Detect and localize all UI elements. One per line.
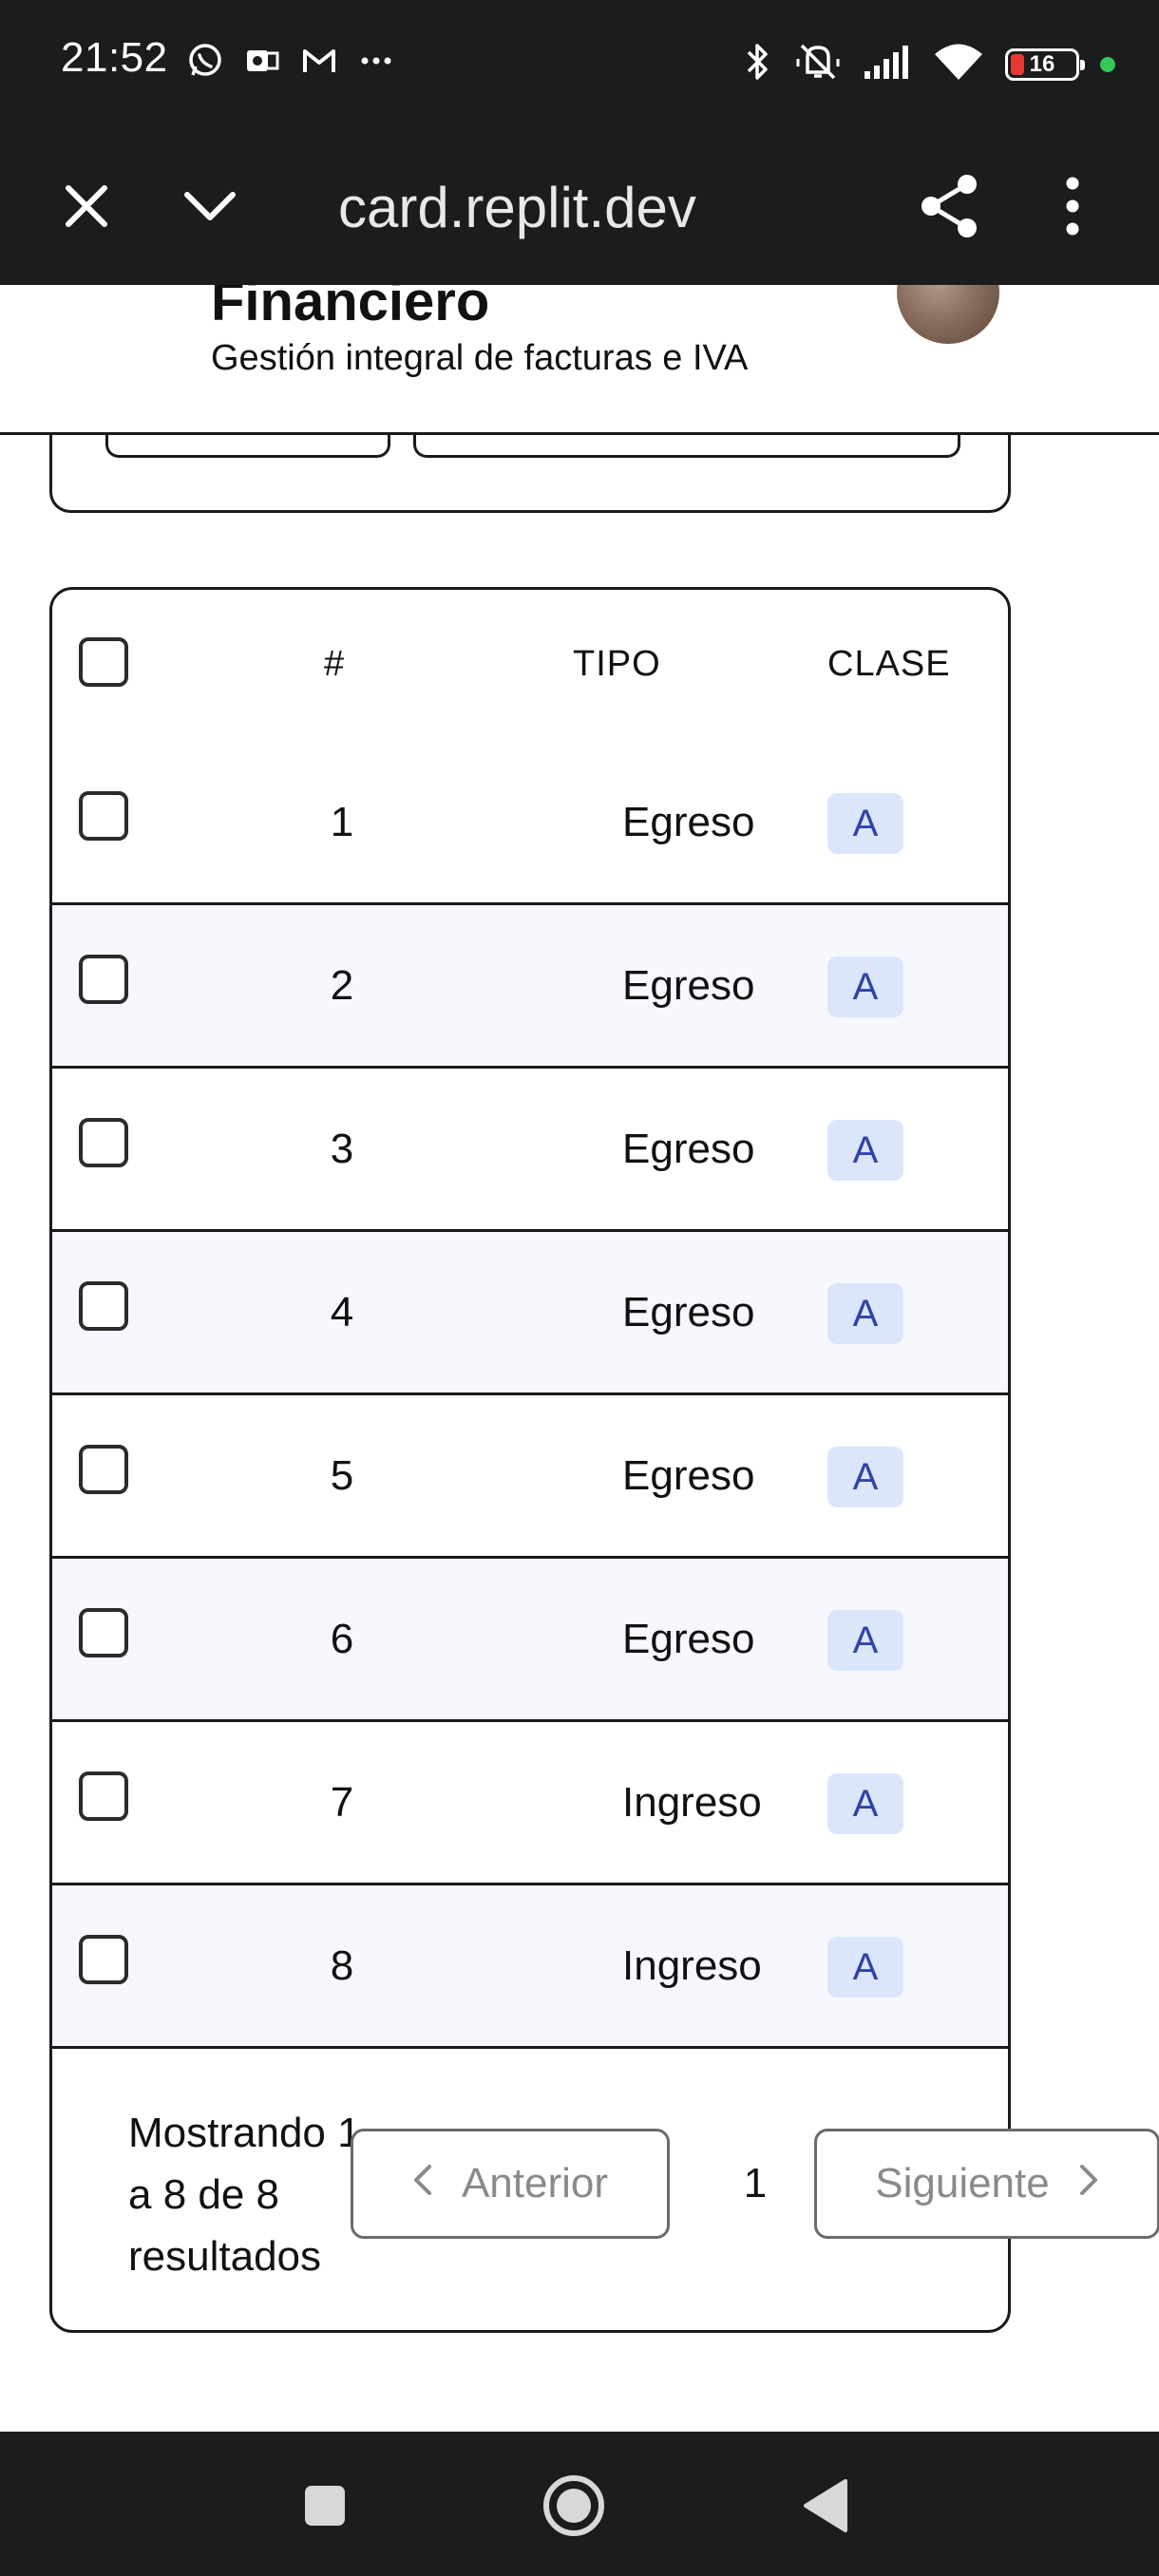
row-number: 4 [330,1289,354,1335]
browser-toolbar: card.replit.dev [0,123,1159,285]
home-circle-icon [541,2472,607,2544]
next-page-button[interactable]: Siguiente [814,2129,1159,2239]
page-header: Financiero Gestión integral de facturas … [0,285,1159,435]
notification-icons [186,42,395,85]
more-options-button[interactable] [1030,165,1115,251]
table-row[interactable]: 3 Egreso A [52,1069,1008,1232]
bluetooth-icon [741,40,773,88]
row-checkbox[interactable] [79,1445,128,1494]
row-checkbox[interactable] [79,955,128,1004]
row-checkbox[interactable] [79,1935,128,1984]
clase-badge: A [827,793,903,854]
vibrate-off-icon [794,40,842,88]
column-header-clase[interactable]: CLASE [827,644,951,685]
clase-badge: A [827,1773,903,1834]
row-tipo: Egreso [622,1289,755,1335]
close-tab-button[interactable] [44,165,129,251]
row-checkbox[interactable] [79,791,128,841]
recents-square-icon [301,2482,349,2534]
invoices-table-card: # TIPO CLASE 1 Egreso A 2 Egreso A 3 Egr… [49,587,1159,2333]
row-number: 5 [330,1452,354,1499]
signal-icon [863,43,912,85]
current-page-number[interactable]: 1 [717,2129,793,2239]
system-navigation-bar [0,2432,1159,2576]
more-vert-icon [1063,176,1082,241]
row-tipo: Ingreso [622,1942,762,1989]
row-number: 8 [330,1942,354,1989]
clase-badge: A [827,1120,903,1181]
table-row[interactable]: 8 Ingreso A [52,1885,1008,2049]
table-header: # TIPO CLASE [52,590,1008,742]
system-icons: 16 [741,40,1115,88]
whatsapp-icon [186,42,224,85]
clase-badge: A [827,957,903,1017]
table-row[interactable]: 5 Egreso A [52,1395,1008,1559]
recents-button[interactable] [277,2460,372,2555]
row-checkbox[interactable] [79,1281,128,1331]
share-button[interactable] [906,165,992,251]
battery-level: 16 [1029,50,1055,77]
clase-badge: A [827,1283,903,1344]
previous-page-label: Anterior [461,2160,609,2207]
results-summary: Mostrando 1 a 8 de 8 resultados [128,2110,361,2280]
gmail-icon [300,42,338,85]
outlook-icon [243,42,281,85]
close-icon [61,180,112,237]
page-subtitle: Gestión integral de facturas e IVA [211,338,749,378]
row-tipo: Egreso [622,962,755,1009]
status-time: 21:52 [61,34,168,81]
row-number: 7 [330,1779,354,1826]
table-row[interactable]: 4 Egreso A [52,1232,1008,1395]
row-tipo: Egreso [622,1126,755,1172]
table-row[interactable]: 2 Egreso A [52,905,1008,1069]
row-checkbox[interactable] [79,1771,128,1821]
privacy-indicator-dot [1100,56,1115,72]
wifi-icon [933,42,984,86]
chevron-left-icon [412,2160,433,2207]
more-dots-icon [357,42,395,85]
row-number: 6 [330,1616,354,1662]
row-number: 1 [330,799,354,845]
clase-badge: A [827,1447,903,1507]
select-all-checkbox[interactable] [79,637,128,687]
avatar[interactable] [897,285,999,344]
chevron-right-icon [1078,2160,1099,2207]
row-number: 2 [330,962,354,1009]
next-page-label: Siguiente [875,2160,1050,2207]
row-tipo: Egreso [622,1616,755,1662]
back-button[interactable] [777,2460,872,2555]
column-header-num[interactable]: # [324,644,345,685]
table-row[interactable]: 1 Egreso A [52,742,1008,905]
row-tipo: Egreso [622,799,755,845]
pagination-footer: Mostrando 1 a 8 de 8 resultados Anterior… [52,2043,1159,2328]
row-tipo: Ingreso [622,1779,762,1826]
url-display[interactable]: card.replit.dev [338,165,870,251]
row-checkbox[interactable] [79,1608,128,1657]
clase-badge: A [827,1937,903,1998]
page-title: Financiero [211,285,490,332]
back-triangle-icon [800,2477,849,2539]
previous-page-button[interactable]: Anterior [351,2129,670,2239]
minimize-button[interactable] [167,165,253,251]
table-row[interactable]: 6 Egreso A [52,1559,1008,1722]
battery-icon: 16 [1005,47,1085,81]
column-header-tipo[interactable]: TIPO [573,644,661,685]
chevron-down-icon [181,187,238,230]
row-number: 3 [330,1126,354,1172]
table-row[interactable]: 7 Ingreso A [52,1722,1008,1885]
row-tipo: Egreso [622,1452,755,1499]
share-icon [918,173,980,244]
clase-badge: A [827,1610,903,1671]
row-checkbox[interactable] [79,1118,128,1167]
status-bar: 21:52 16 [0,0,1159,123]
home-button[interactable] [526,2460,621,2555]
